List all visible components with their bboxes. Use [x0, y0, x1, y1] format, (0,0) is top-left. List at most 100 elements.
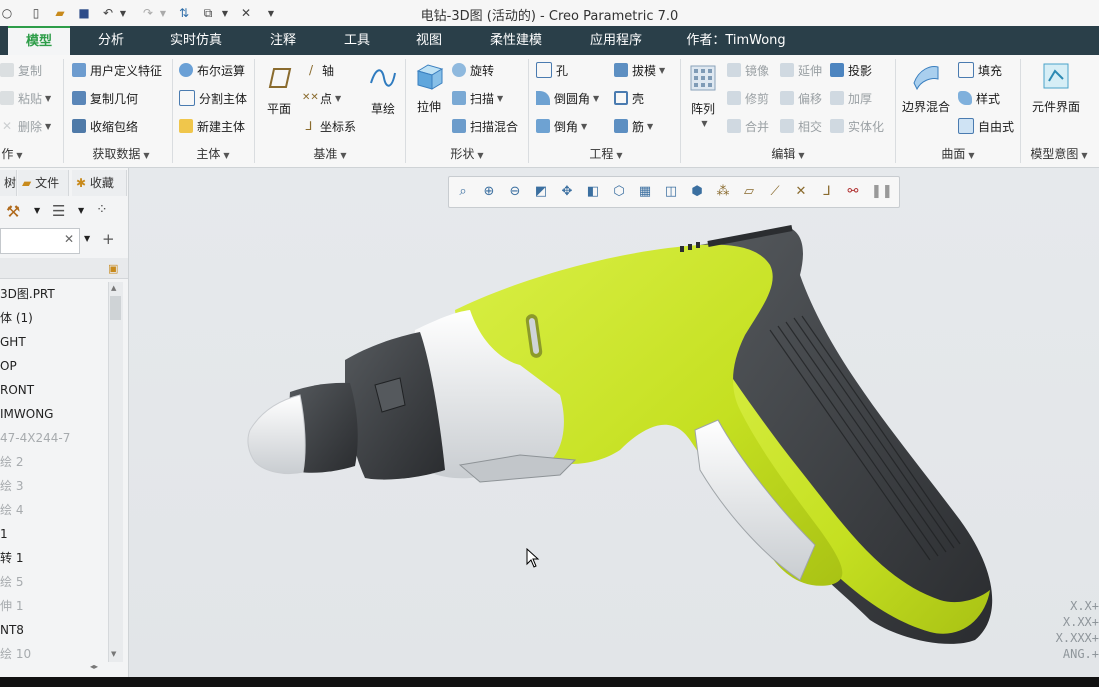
spin-center-icon[interactable]: ⬢ — [689, 184, 705, 200]
delete-button[interactable]: ✕ 删除 ▼ — [0, 117, 51, 135]
boolean-button[interactable]: 布尔运算 — [179, 61, 245, 79]
shrinkwrap-button[interactable]: 收缩包络 — [72, 117, 138, 135]
tree-item[interactable]: 1 — [0, 523, 108, 545]
tree-item[interactable]: 伸 1 — [0, 595, 108, 617]
clear-search-icon[interactable]: ✕ — [64, 232, 74, 246]
tree-item[interactable]: 47-4X244-7 — [0, 427, 108, 449]
offset-button[interactable]: 偏移 — [780, 89, 822, 107]
group-shapes[interactable]: 形状 ▼ — [412, 145, 522, 162]
tab-annotate[interactable]: 注释 — [256, 26, 310, 55]
plane-button[interactable]: 平面 — [260, 63, 298, 117]
group-get-data[interactable]: 获取数据 ▼ — [72, 145, 170, 162]
drill-model[interactable] — [129, 168, 1099, 677]
tree-item[interactable]: 体 (1) — [0, 307, 108, 329]
group-operations[interactable]: 作 ▼ — [0, 145, 24, 162]
tab-flexible-modeling[interactable]: 柔性建模 — [480, 26, 552, 55]
thicken-button[interactable]: 加厚 — [830, 89, 872, 107]
shell-button[interactable]: 壳 — [614, 89, 644, 107]
datum-display-icon[interactable]: ⁂ — [715, 184, 731, 200]
tree-item[interactable]: 绘 3 — [0, 475, 108, 497]
point-button[interactable]: ✕✕ 点 ▼ — [302, 89, 341, 107]
tab-tools[interactable]: 工具 — [330, 26, 384, 55]
chamfer-button[interactable]: 倒角 ▼ — [536, 117, 587, 135]
axis-button[interactable]: / 轴 — [304, 61, 334, 79]
style-button[interactable]: 样式 — [958, 89, 1000, 107]
udf-button[interactable]: 用户定义特征 — [72, 61, 162, 79]
copy-button[interactable]: 复制 — [0, 61, 42, 79]
point-display-icon[interactable]: ✕ — [793, 184, 809, 200]
boundary-blend-button[interactable]: 边界混合 — [900, 61, 952, 115]
axis-display-icon[interactable]: ⟋ — [767, 184, 783, 200]
plane-display-icon[interactable]: ▱ — [741, 184, 757, 200]
tab-folder-browser[interactable]: ▰ 文件 — [18, 170, 69, 196]
freestyle-button[interactable]: 自由式 — [958, 117, 1014, 135]
hole-button[interactable]: 孔 — [536, 61, 568, 79]
extrude-button[interactable]: 拉伸 — [412, 61, 446, 115]
group-model-intent[interactable]: 模型意图 ▼ — [1024, 145, 1094, 162]
show-icon[interactable]: ☰ — [52, 202, 65, 220]
tab-live-simulation[interactable]: 实时仿真 — [160, 26, 232, 55]
tree-item[interactable]: 绘 2 — [0, 451, 108, 473]
tab-applications[interactable]: 应用程序 — [580, 26, 652, 55]
tab-favorites[interactable]: ✱ 收藏 — [72, 170, 127, 196]
group-editing[interactable]: 编辑 ▼ — [686, 145, 890, 162]
copy-geometry-button[interactable]: 复制几何 — [72, 89, 138, 107]
group-engineering[interactable]: 工程 ▼ — [536, 145, 676, 162]
group-body[interactable]: 主体 ▼ — [179, 145, 247, 162]
trim-button[interactable]: 修剪 — [727, 89, 769, 107]
group-surfaces[interactable]: 曲面 ▼ — [900, 145, 1016, 162]
solidify-button[interactable]: 实体化 — [830, 117, 884, 135]
tree-item[interactable]: 转 1 — [0, 547, 108, 569]
tab-model[interactable]: 模型 — [8, 26, 70, 55]
settings-icon[interactable]: ⚒ — [6, 202, 20, 221]
tree-item[interactable]: NT8 — [0, 619, 108, 641]
scroll-down-icon[interactable]: ▼ — [111, 650, 116, 658]
pause-icon[interactable]: ❚❚ — [871, 184, 893, 200]
tree-item[interactable]: RONT — [0, 379, 108, 401]
fill-button[interactable]: 填充 — [958, 61, 1002, 79]
sketch-button[interactable]: 草绘 — [366, 63, 400, 117]
saved-views-icon[interactable]: ⬡ — [611, 184, 627, 200]
tab-model-tree[interactable]: 树 — [0, 170, 17, 196]
tree-scrollbar[interactable]: ▲ ▼ — [108, 282, 123, 662]
view-manager-icon[interactable]: ▦ — [637, 184, 653, 200]
zoom-in-icon[interactable]: ⊕ — [481, 184, 497, 200]
refit-icon[interactable]: ⌕ — [455, 184, 471, 200]
tree-item[interactable]: OP — [0, 355, 108, 377]
split-body-button[interactable]: 分割主体 — [179, 89, 247, 107]
annotation-display-icon[interactable]: ⚯ — [845, 184, 861, 200]
merge-button[interactable]: 合并 — [727, 117, 769, 135]
add-filter-icon[interactable]: + — [102, 230, 115, 248]
pattern-button[interactable]: 阵列 ▼ — [686, 63, 720, 128]
tree-columns-icon[interactable]: ⁘ — [96, 202, 108, 218]
tree-item[interactable]: GHT — [0, 331, 108, 353]
search-dropdown-icon[interactable]: ▼ — [84, 234, 90, 243]
pattern-dropdown-icon[interactable]: ▼ — [689, 119, 720, 128]
intersect-button[interactable]: 相交 — [780, 117, 822, 135]
graphics-area[interactable] — [129, 168, 1099, 677]
tree-item[interactable]: IMWONG — [0, 403, 108, 425]
perspective-icon[interactable]: ◫ — [663, 184, 679, 200]
pan-zoom-icon[interactable]: ✥ — [559, 184, 575, 200]
rib-button[interactable]: 筋 ▼ — [614, 117, 653, 135]
component-interface-button[interactable]: 元件界面 — [1026, 61, 1086, 115]
extend-button[interactable]: 延伸 — [780, 61, 822, 79]
tree-item[interactable]: 3D图.PRT — [0, 283, 108, 305]
settings-dropdown-icon[interactable]: ▼ — [34, 206, 40, 215]
group-datum[interactable]: 基准 ▼ — [260, 145, 400, 162]
show-dropdown-icon[interactable]: ▼ — [78, 206, 84, 215]
scrollbar-thumb[interactable] — [110, 296, 121, 320]
csys-display-icon[interactable]: ⅃ — [819, 184, 835, 200]
tree-item[interactable]: 绘 4 — [0, 499, 108, 521]
display-style-icon[interactable]: ◧ — [585, 184, 601, 200]
paste-button[interactable]: 粘贴 ▼ — [0, 89, 51, 107]
tree-item[interactable]: 绘 5 — [0, 571, 108, 593]
revolve-button[interactable]: 旋转 — [452, 61, 494, 79]
swept-blend-button[interactable]: 扫描混合 — [452, 117, 518, 135]
project-button[interactable]: 投影 — [830, 61, 872, 79]
tab-author[interactable]: 作者：TimWong — [678, 26, 794, 55]
csys-button[interactable]: ⅃ 坐标系 — [302, 117, 356, 135]
sweep-button[interactable]: 扫描 ▼ — [452, 89, 503, 107]
tab-view[interactable]: 视图 — [402, 26, 456, 55]
draft-button[interactable]: 拔模 ▼ — [614, 61, 665, 79]
